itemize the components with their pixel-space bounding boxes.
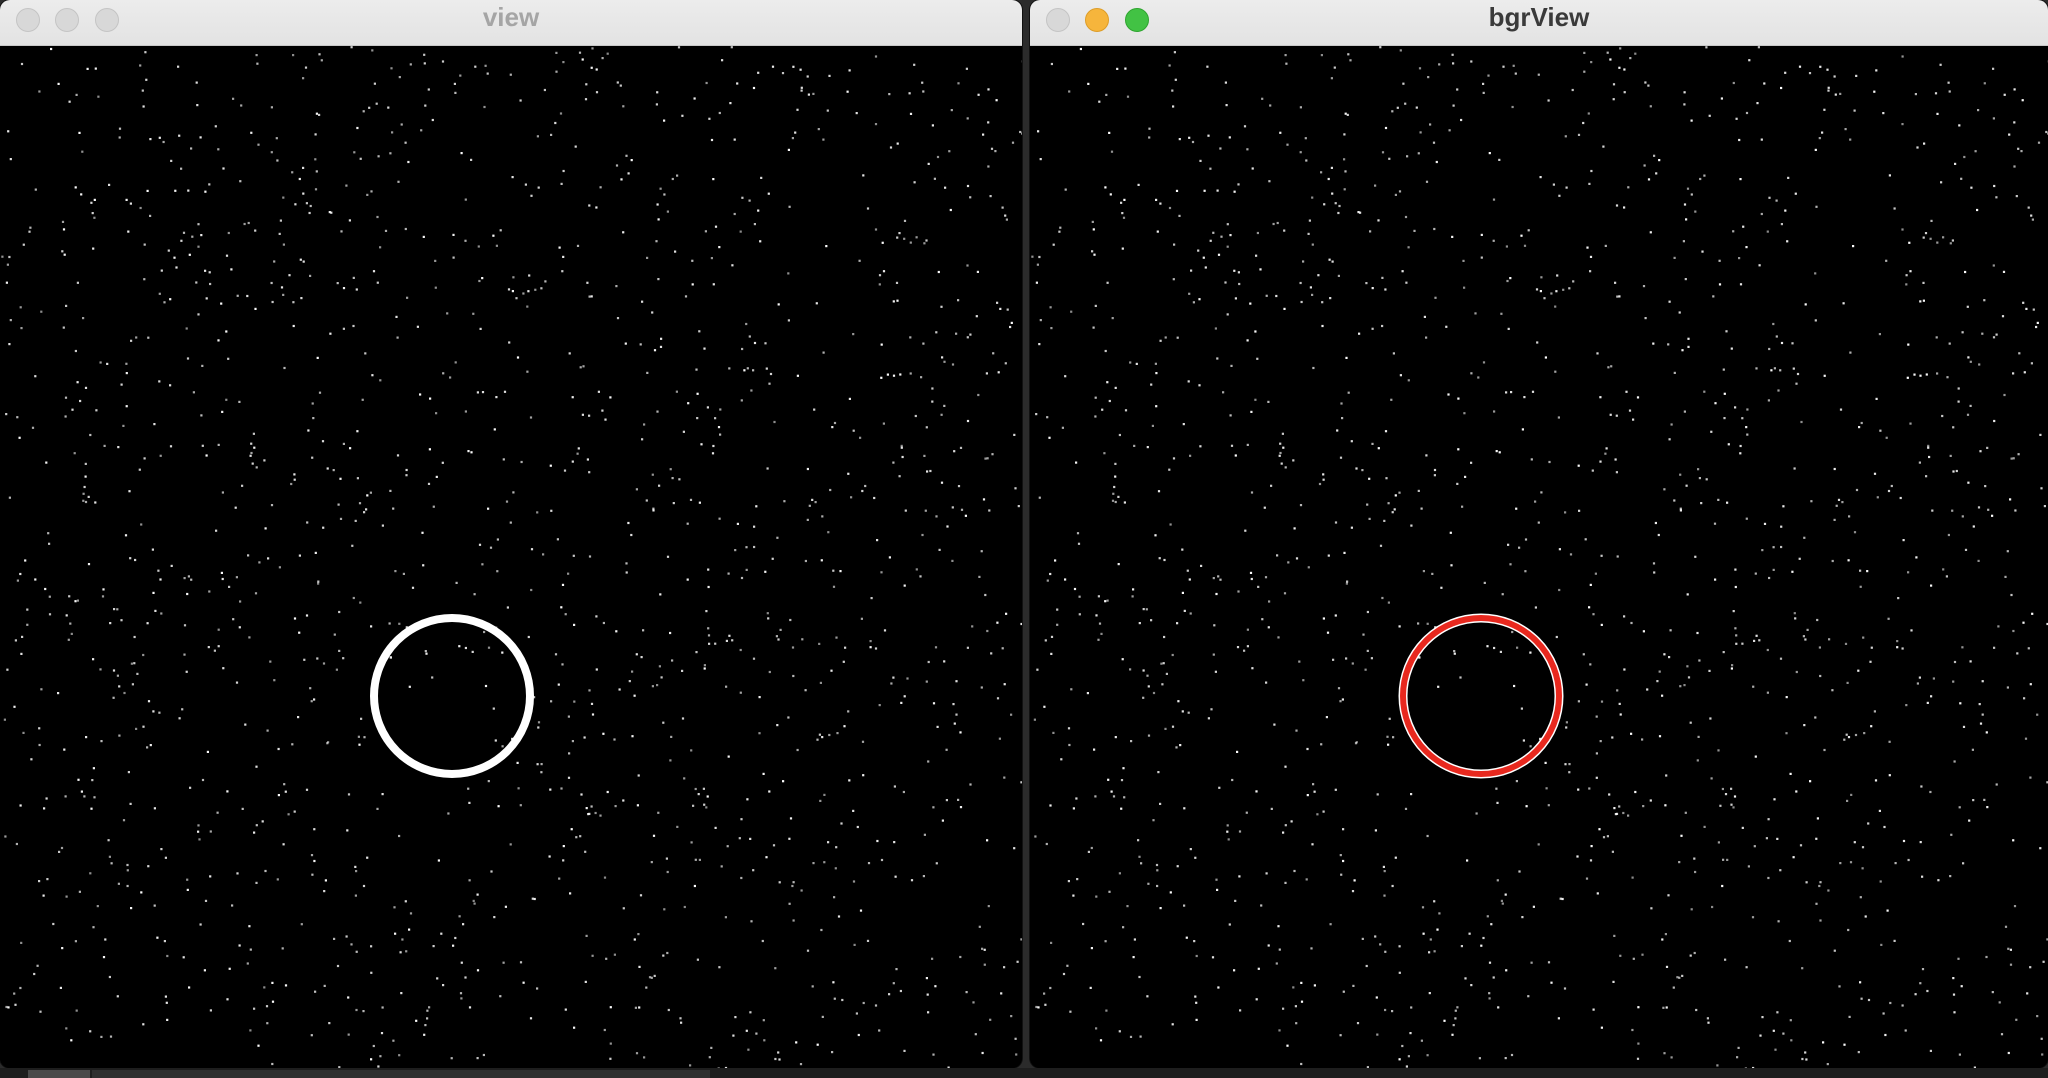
view-window-titlebar[interactable]: view	[0, 0, 1022, 46]
image-background	[0, 46, 1022, 1068]
dock-segment	[28, 1070, 90, 1078]
view-window-title: view	[482, 2, 540, 32]
desktop-bottom-strip	[0, 1068, 2048, 1078]
view-image	[0, 46, 1022, 1068]
bgrview-image	[1030, 46, 2048, 1068]
bgrview-window-title: bgrView	[1488, 2, 1590, 32]
desktop: view bgrView	[0, 0, 2048, 1078]
bgrview-window-titlebar[interactable]: bgrView	[1030, 0, 2048, 46]
view-window: view	[0, 0, 1022, 1068]
image-background	[1030, 46, 2048, 1068]
dock-segment	[92, 1070, 710, 1078]
bgrview-window: bgrView	[1030, 0, 2048, 1068]
view-image-canvas	[0, 46, 1022, 1068]
bgrview-image-canvas	[1030, 46, 2048, 1068]
